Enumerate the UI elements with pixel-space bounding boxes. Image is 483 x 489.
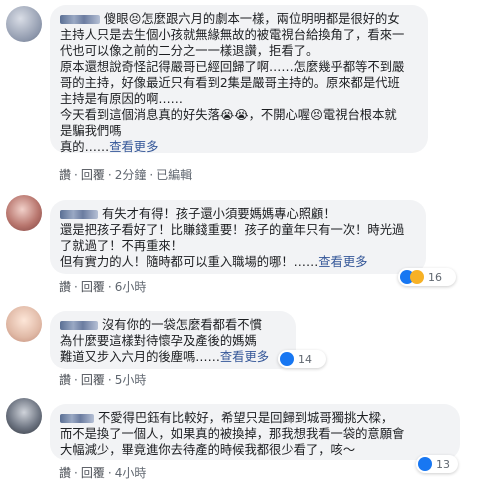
avatar[interactable] (6, 306, 42, 342)
avatar[interactable] (6, 6, 42, 42)
comment-text-line: 今天看到這個消息真的好失落😭😭，不開心喔😣電視台根本就 (60, 108, 397, 122)
see-more-link[interactable]: 查看更多 (220, 350, 269, 364)
avatar[interactable] (6, 195, 42, 231)
author-name[interactable] (60, 414, 94, 423)
comment-text-line: 難道又步入六月的後塵嗎…… (60, 350, 220, 364)
comment-text-line: 但有實力的人！隨時都可以重入職場的哪！…… (60, 255, 319, 269)
comment-text-line: 主持人只是去生個小孩就無緣無故的被電視台給換角了，看來一 (60, 28, 405, 42)
like-link[interactable]: 讚 (59, 280, 71, 294)
reactions-summary[interactable]: 13 (416, 455, 458, 473)
comment-text-line: 哥的主持，好像最近只有看到2集是嚴哥主持的。原來都是代班 (60, 76, 400, 90)
comment-actions: 讚 · 回覆 · 6小時 (59, 280, 147, 294)
avatar[interactable] (6, 398, 42, 434)
comment-text-line: 傻眼😣怎麼跟六月的劇本一樣，兩位明明都是很好的女 (104, 12, 400, 26)
timestamp[interactable]: 4小時 (115, 466, 147, 480)
timestamp[interactable]: 5小時 (115, 373, 147, 387)
comment-bubble: 沒有你的一袋怎麼看都看不慣 為什麼要這樣對待懷孕及產後的媽媽 難道又步入六月的後… (50, 311, 296, 369)
timestamp[interactable]: 2分鐘 (115, 168, 147, 182)
author-name[interactable] (60, 321, 98, 330)
comment-text-line: 不愛得巴鈺有比較好，希望只是回歸到城哥獨挑大樑， (98, 411, 394, 425)
comment-text-line: 有失才有得！孩子還小須要媽媽專心照顧！ (102, 207, 336, 221)
comment-text-line: 為什麼要這樣對待懷孕及產後的媽媽 (60, 334, 257, 348)
reply-link[interactable]: 回覆 (81, 466, 105, 480)
author-name[interactable] (60, 15, 100, 24)
haha-reaction-icon (410, 270, 424, 284)
comment-text-line: 主持是有原因的啊…… (60, 92, 183, 106)
comment-text-line: 還是把孩子看好了！比賺錢重要！孩子的童年只有一次！時光過 (60, 223, 405, 237)
see-more-link[interactable]: 查看更多 (318, 255, 367, 269)
like-link[interactable]: 讚 (59, 168, 71, 182)
like-link[interactable]: 讚 (59, 466, 71, 480)
comment-text-line: 真的…… (60, 140, 110, 154)
reply-link[interactable]: 回覆 (81, 280, 105, 294)
reaction-count: 14 (298, 352, 312, 366)
comment-bubble: 不愛得巴鈺有比較好，希望只是回歸到城哥獨挑大樑， 而不是換了一個人，如果真的被換… (50, 404, 460, 460)
reactions-summary[interactable]: 16 (398, 268, 456, 286)
comment-text-line: 而不是換了一個人，如果真的被換掉，那我想我看一袋的意願會 (60, 427, 405, 441)
reaction-count: 13 (436, 457, 450, 471)
reply-link[interactable]: 回覆 (81, 373, 105, 387)
like-link[interactable]: 讚 (59, 373, 71, 387)
comment-text-line: 沒有你的一袋怎麼看都看不慣 (102, 318, 262, 332)
like-reaction-icon (280, 352, 294, 366)
comment-text-line: 了就過了！不再重來！ (60, 239, 183, 253)
comment-text-line: 是騙我們嗎 (60, 124, 122, 138)
comment-actions: 讚 · 回覆 · 4小時 (59, 466, 147, 480)
timestamp[interactable]: 6小時 (115, 280, 147, 294)
comment-actions: 讚 · 回覆 · 2分鐘 · 已編輯 (59, 168, 193, 182)
comment-bubble: 傻眼😣怎麼跟六月的劇本一樣，兩位明明都是很好的女 主持人只是去生個小孩就無緣無故… (50, 5, 428, 154)
reactions-summary[interactable]: 14 (278, 350, 326, 368)
comment-text-line: 大幅減少，畢竟進你去待產的時候我都很少看了，咳～ (60, 443, 356, 457)
author-name[interactable] (60, 210, 98, 219)
comment-text-line: 代也可以像之前的二分之一一樣退讚，拒看了。 (60, 44, 319, 58)
comment-text-line: 原本還想說奇怪記得嚴哥已經回歸了啊……怎麼幾乎都等不到嚴 (60, 60, 405, 74)
comment-actions: 讚 · 回覆 · 5小時 (59, 373, 147, 387)
see-more-link[interactable]: 查看更多 (109, 140, 158, 154)
like-reaction-icon (418, 457, 432, 471)
edited-label[interactable]: 已編輯 (156, 168, 192, 182)
reaction-count: 16 (428, 270, 442, 284)
reply-link[interactable]: 回覆 (81, 168, 105, 182)
comment-bubble: 有失才有得！孩子還小須要媽媽專心照顧！ 還是把孩子看好了！比賺錢重要！孩子的童年… (50, 200, 426, 274)
